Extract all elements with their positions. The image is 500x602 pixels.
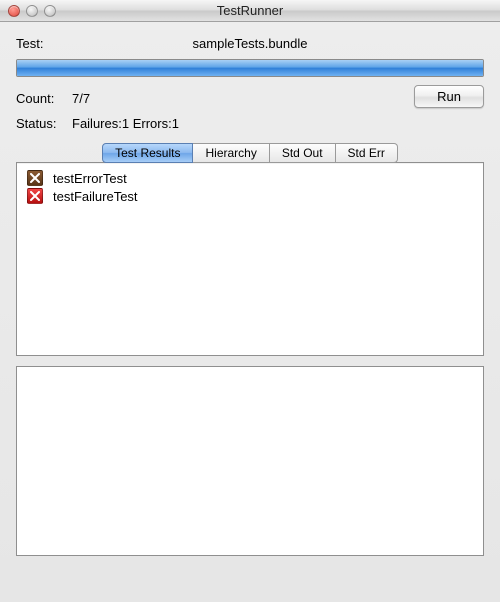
tab-std-err[interactable]: Std Err [336, 143, 398, 163]
result-name: testFailureTest [53, 189, 138, 204]
test-bundle-name: sampleTests.bundle [68, 36, 484, 51]
list-item[interactable]: testFailureTest [25, 187, 475, 205]
count-value: 7/7 [72, 91, 90, 106]
close-icon[interactable] [8, 5, 20, 17]
zoom-icon[interactable] [44, 5, 56, 17]
count-row: Count: 7/7 Run [16, 91, 484, 106]
status-row: Status: Failures:1 Errors:1 [16, 116, 484, 131]
results-pane[interactable]: testErrorTest testFailureTest [16, 162, 484, 356]
window-title: TestRunner [0, 3, 500, 18]
run-button[interactable]: Run [414, 85, 484, 108]
detail-pane[interactable] [16, 366, 484, 556]
error-icon [27, 170, 43, 186]
progress-bar [16, 59, 484, 77]
result-name: testErrorTest [53, 171, 127, 186]
progress-fill [17, 60, 483, 76]
test-row: Test: sampleTests.bundle [16, 36, 484, 51]
status-value: Failures:1 Errors:1 [72, 116, 179, 131]
status-label: Status: [16, 116, 72, 131]
tab-std-out[interactable]: Std Out [270, 143, 336, 163]
list-item[interactable]: testErrorTest [25, 169, 475, 187]
traffic-lights [0, 5, 56, 17]
minimize-icon[interactable] [26, 5, 38, 17]
test-label: Test: [16, 36, 68, 51]
window-content: Test: sampleTests.bundle Count: 7/7 Run … [0, 22, 500, 602]
failure-icon [27, 188, 43, 204]
tab-hierarchy[interactable]: Hierarchy [193, 143, 269, 163]
tab-test-results[interactable]: Test Results [102, 143, 193, 163]
titlebar: TestRunner [0, 0, 500, 22]
tabs: Test ResultsHierarchyStd OutStd Err [16, 143, 484, 163]
count-label: Count: [16, 91, 72, 106]
